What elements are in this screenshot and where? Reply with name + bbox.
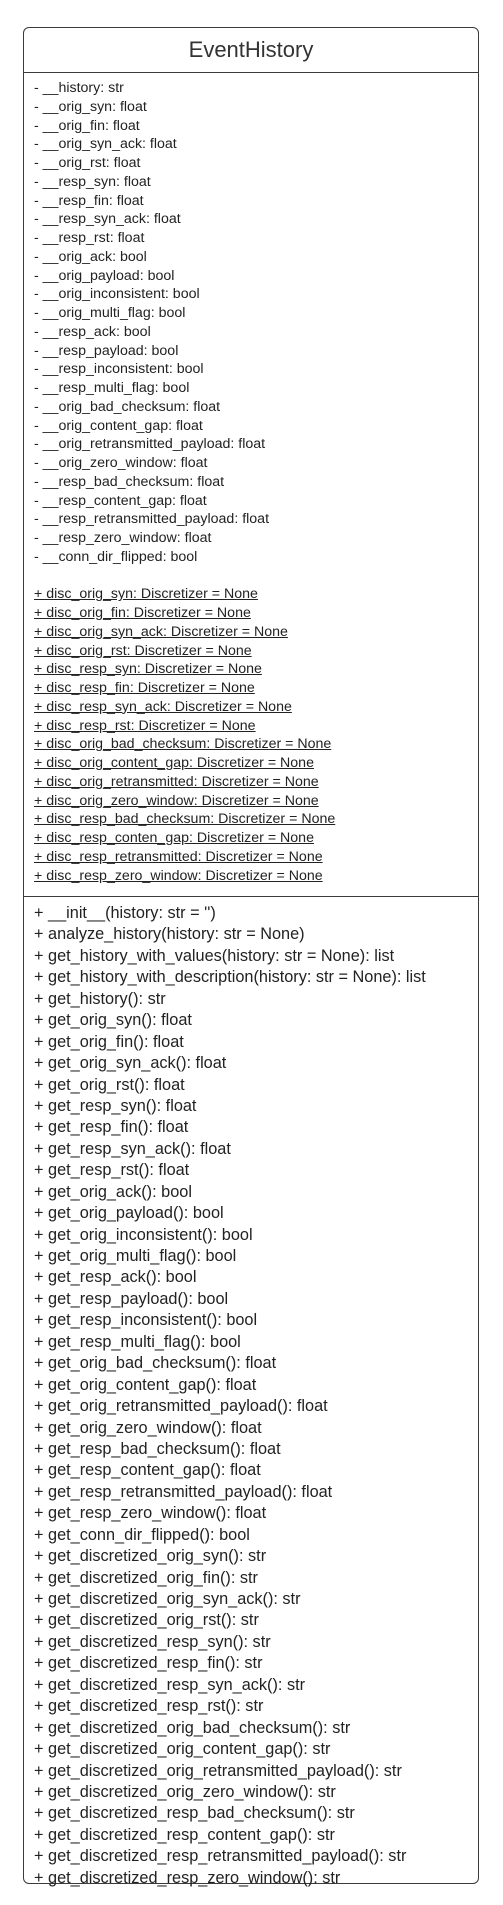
static-attribute: + disc_orig_zero_window: Discretizer = N…: [34, 792, 319, 809]
static-attribute: + disc_resp_bad_checksum: Discretizer = …: [34, 811, 336, 828]
private-attribute: - __orig_bad_checksum: float: [34, 398, 221, 415]
private-attribute: - __orig_fin: float: [34, 117, 140, 134]
attribute-group-spacer: [34, 567, 478, 586]
static-attribute: + disc_resp_zero_window: Discretizer = N…: [34, 867, 323, 884]
method: + get_discretized_resp_rst(): str: [34, 1697, 264, 1716]
static-attribute: + disc_resp_retransmitted: Discretizer =…: [34, 848, 323, 865]
method: + get_resp_zero_window(): float: [34, 1504, 267, 1523]
method: + __init__(history: str = ''): [34, 904, 216, 922]
method: + get_orig_syn(): float: [34, 1011, 192, 1030]
private-attribute: - __resp_inconsistent: bool: [34, 361, 204, 378]
static-attribute: + disc_orig_syn_ack: Discretizer = None: [34, 623, 288, 640]
method: + get_discretized_orig_syn(): str: [34, 1547, 267, 1566]
method: + get_orig_retransmitted_payload(): floa…: [34, 1397, 328, 1416]
method: + get_orig_zero_window(): float: [34, 1418, 262, 1437]
method: + get_discretized_orig_rst(): str: [34, 1611, 259, 1630]
uml-class-box: EventHistory - __history: str - __orig_sy…: [23, 27, 479, 1887]
private-attribute: - __orig_inconsistent: bool: [34, 286, 200, 303]
static-attribute: + disc_resp_conten_gap: Discretizer = No…: [34, 830, 314, 846]
private-attribute: - __orig_syn: float: [34, 98, 147, 115]
method: + get_discretized_orig_syn_ack(): str: [34, 1590, 301, 1608]
method: + get_resp_syn_ack(): float: [34, 1139, 231, 1158]
method: + get_discretized_resp_fin(): str: [34, 1654, 263, 1673]
static-attribute: + disc_orig_syn: Discretizer = None: [34, 586, 258, 603]
method: + get_orig_syn_ack(): float: [34, 1054, 227, 1073]
method: + get_orig_rst(): float: [34, 1075, 185, 1094]
static-attribute: + disc_orig_bad_checksum: Discretizer = …: [34, 736, 332, 753]
private-attribute: - __history: str: [34, 80, 124, 96]
method: + get_resp_retransmitted_payload(): floa…: [34, 1482, 333, 1501]
method: + get_discretized_resp_bad_checksum(): s…: [34, 1804, 355, 1823]
method: + get_discretized_resp_syn(): str: [34, 1632, 271, 1651]
method: + get_orig_fin(): float: [34, 1032, 184, 1051]
method: + get_orig_payload(): bool: [34, 1204, 224, 1223]
class-name: EventHistory: [24, 28, 478, 73]
method: + get_history_with_description(history: …: [34, 968, 426, 987]
method: + get_history(): str: [34, 989, 166, 1008]
private-attribute: - __resp_syn: float: [34, 173, 151, 190]
methods-section: + __init__(history: str = '') + analyze_h…: [24, 897, 478, 1889]
static-attribute: + disc_orig_rst: Discretizer = None: [34, 642, 252, 659]
method: + get_discretized_resp_zero_window(): st…: [34, 1868, 341, 1887]
private-attribute: - __resp_zero_window: float: [34, 530, 212, 546]
private-attribute: - __orig_payload: bool: [34, 267, 175, 284]
method: + get_discretized_orig_zero_window(): st…: [34, 1782, 336, 1801]
static-attribute: + disc_resp_syn: Discretizer = None: [34, 661, 262, 678]
private-attribute: - __conn_dir_flipped: bool: [34, 548, 198, 565]
method: + get_discretized_orig_retransmitted_pay…: [34, 1761, 402, 1780]
method: + get_orig_content_gap(): float: [34, 1375, 257, 1394]
method: + analyze_history(history: str = None): [34, 925, 305, 944]
method: + get_orig_inconsistent(): bool: [34, 1225, 253, 1244]
method: + get_discretized_resp_syn_ack(): str: [34, 1675, 306, 1694]
method: + get_discretized_orig_bad_checksum(): s…: [34, 1718, 351, 1737]
method: + get_conn_dir_flipped(): bool: [34, 1525, 250, 1544]
method: + get_resp_fin(): float: [34, 1118, 189, 1137]
private-attribute: - __orig_rst: float: [34, 155, 141, 171]
private-attribute: - __resp_bad_checksum: float: [34, 473, 225, 490]
attributes-section: - __history: str - __orig_syn: float - __o…: [24, 73, 478, 897]
private-attribute: - __resp_payload: bool: [34, 342, 179, 359]
private-attribute: - __orig_ack: bool: [34, 248, 147, 265]
private-attribute: - __resp_multi_flag: bool: [34, 380, 190, 396]
static-attribute: + disc_resp_syn_ack: Discretizer = None: [34, 698, 292, 715]
method: + get_orig_ack(): bool: [34, 1182, 192, 1201]
private-attribute: - __orig_zero_window: float: [34, 455, 208, 471]
private-attribute: - __orig_multi_flag: bool: [34, 305, 186, 321]
private-attribute: - __orig_content_gap: float: [34, 417, 203, 434]
method: + get_resp_inconsistent(): bool: [34, 1311, 258, 1330]
method: + get_resp_syn(): float: [34, 1096, 197, 1115]
static-attribute: + disc_orig_fin: Discretizer = None: [34, 605, 251, 621]
static-attribute: + disc_resp_rst: Discretizer = None: [34, 717, 256, 734]
private-attribute: - __resp_ack: bool: [34, 323, 151, 340]
method: + get_discretized_resp_retransmitted_pay…: [34, 1847, 407, 1866]
method: + get_discretized_resp_content_gap(): st…: [34, 1825, 335, 1844]
static-attribute: + disc_resp_fin: Discretizer = None: [34, 680, 255, 696]
method: + get_resp_multi_flag(): bool: [34, 1332, 241, 1351]
private-attribute: - __orig_retransmitted_payload: float: [34, 436, 266, 453]
method: + get_resp_ack(): bool: [34, 1268, 197, 1287]
private-attribute: - __resp_syn_ack: float: [34, 211, 181, 228]
method: + get_resp_content_gap(): float: [34, 1461, 261, 1480]
private-attribute: - __orig_syn_ack: float: [34, 136, 177, 153]
private-attribute: - __resp_content_gap: float: [34, 492, 207, 509]
static-attribute: + disc_orig_retransmitted: Discretizer =…: [34, 773, 319, 790]
method: + get_history_with_values(history: str =…: [34, 946, 395, 965]
static-attribute: + disc_orig_content_gap: Discretizer = N…: [34, 755, 314, 771]
private-attribute: - __resp_rst: float: [34, 230, 145, 246]
method: + get_resp_bad_checksum(): float: [34, 1439, 281, 1458]
private-attribute: - __resp_retransmitted_payload: float: [34, 511, 270, 528]
method: + get_resp_rst(): float: [34, 1161, 190, 1180]
method: + get_discretized_orig_fin(): str: [34, 1568, 258, 1587]
method: + get_orig_bad_checksum(): float: [34, 1354, 277, 1373]
method: + get_orig_multi_flag(): bool: [34, 1247, 237, 1265]
method: + get_discretized_orig_content_gap(): st…: [34, 1740, 331, 1759]
method: + get_resp_payload(): bool: [34, 1289, 229, 1308]
private-attribute: - __resp_fin: float: [34, 192, 144, 209]
